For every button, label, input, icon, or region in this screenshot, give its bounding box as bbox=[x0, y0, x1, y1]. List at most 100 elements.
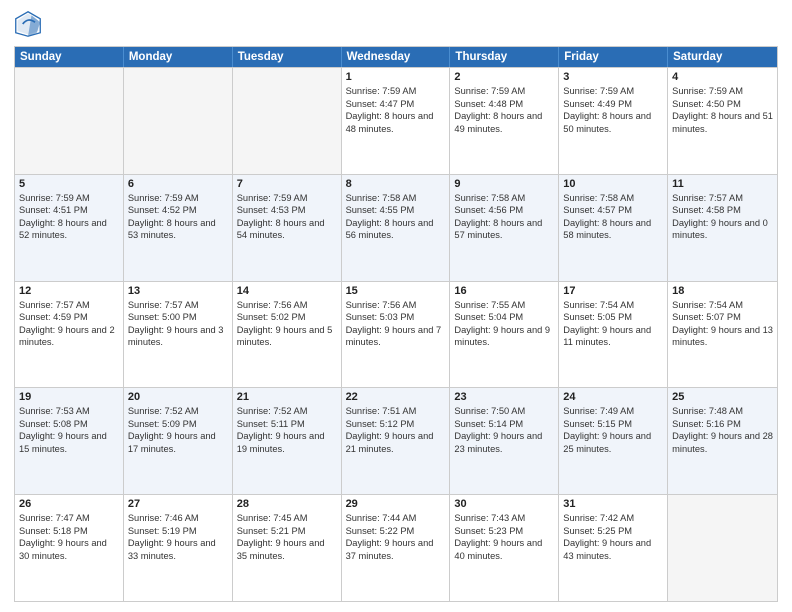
day-number: 12 bbox=[19, 285, 119, 297]
calendar-cell: 10Sunrise: 7:58 AMSunset: 4:57 PMDayligh… bbox=[559, 175, 668, 281]
calendar-cell: 22Sunrise: 7:51 AMSunset: 5:12 PMDayligh… bbox=[342, 388, 451, 494]
daylight-line: Daylight: 9 hours and 23 minutes. bbox=[454, 430, 554, 455]
sunset-line: Sunset: 5:07 PM bbox=[672, 311, 773, 324]
day-number: 16 bbox=[454, 285, 554, 297]
sunset-line: Sunset: 4:52 PM bbox=[128, 204, 228, 217]
day-number: 29 bbox=[346, 498, 446, 510]
logo-icon bbox=[14, 10, 42, 38]
weekday-header: Monday bbox=[124, 47, 233, 67]
calendar-cell: 13Sunrise: 7:57 AMSunset: 5:00 PMDayligh… bbox=[124, 282, 233, 388]
sunset-line: Sunset: 5:21 PM bbox=[237, 525, 337, 538]
sunrise-line: Sunrise: 7:45 AM bbox=[237, 512, 337, 525]
calendar-cell: 5Sunrise: 7:59 AMSunset: 4:51 PMDaylight… bbox=[15, 175, 124, 281]
sunrise-line: Sunrise: 7:52 AM bbox=[237, 405, 337, 418]
day-number: 8 bbox=[346, 178, 446, 190]
calendar-cell: 19Sunrise: 7:53 AMSunset: 5:08 PMDayligh… bbox=[15, 388, 124, 494]
sunrise-line: Sunrise: 7:48 AM bbox=[672, 405, 773, 418]
weekday-header: Friday bbox=[559, 47, 668, 67]
daylight-line: Daylight: 9 hours and 0 minutes. bbox=[672, 217, 773, 242]
sunset-line: Sunset: 4:51 PM bbox=[19, 204, 119, 217]
sunrise-line: Sunrise: 7:42 AM bbox=[563, 512, 663, 525]
daylight-line: Daylight: 9 hours and 25 minutes. bbox=[563, 430, 663, 455]
sunset-line: Sunset: 4:48 PM bbox=[454, 98, 554, 111]
weekday-header: Sunday bbox=[15, 47, 124, 67]
sunset-line: Sunset: 4:58 PM bbox=[672, 204, 773, 217]
daylight-line: Daylight: 9 hours and 2 minutes. bbox=[19, 324, 119, 349]
daylight-line: Daylight: 9 hours and 13 minutes. bbox=[672, 324, 773, 349]
calendar-cell: 12 Sunrise: 7:57 AMSunset: 4:59 PMDayligh… bbox=[15, 282, 124, 388]
weekday-header: Saturday bbox=[668, 47, 777, 67]
day-number: 13 bbox=[128, 285, 228, 297]
calendar-cell: 28 Sunrise: 7:45 AMSunset: 5:21 PMDayligh… bbox=[233, 495, 342, 601]
calendar-cell: 25Sunrise: 7:48 AMSunset: 5:16 PMDayligh… bbox=[668, 388, 777, 494]
calendar-cell bbox=[233, 68, 342, 174]
daylight-line: Daylight: 9 hours and 43 minutes. bbox=[563, 537, 663, 562]
daylight-line: Daylight: 9 hours and 19 minutes. bbox=[237, 430, 337, 455]
sunset-line: Sunset: 5:16 PM bbox=[672, 418, 773, 431]
day-number: 2 bbox=[454, 71, 554, 83]
daylight-line: Daylight: 9 hours and 17 minutes. bbox=[128, 430, 228, 455]
daylight-line: Daylight: 8 hours and 49 minutes. bbox=[454, 110, 554, 135]
sunrise-line: Sunrise: 7:57 AM bbox=[672, 192, 773, 205]
daylight-line: Daylight: 9 hours and 9 minutes. bbox=[454, 324, 554, 349]
sunrise-line: Sunrise: 7:56 AM bbox=[237, 299, 337, 312]
weekday-header: Wednesday bbox=[342, 47, 451, 67]
day-number: 28 bbox=[237, 498, 337, 510]
sunrise-line: Sunrise: 7:57 AM bbox=[128, 299, 228, 312]
calendar-row: 12Sunrise: 7:57 AMSunset: 4:59 PMDayligh… bbox=[15, 281, 777, 388]
day-number: 22 bbox=[346, 391, 446, 403]
sunrise-line: Sunrise: 7:59 AM bbox=[237, 192, 337, 205]
sunset-line: Sunset: 5:04 PM bbox=[454, 311, 554, 324]
calendar-cell: 11Sunrise: 7:57 AMSunset: 4:58 PMDayligh… bbox=[668, 175, 777, 281]
calendar-cell: 8Sunrise: 7:58 AMSunset: 4:55 PMDaylight… bbox=[342, 175, 451, 281]
sunrise-line: Sunrise: 7:56 AM bbox=[346, 299, 446, 312]
calendar-row: 26Sunrise: 7:47 AMSunset: 5:18 PMDayligh… bbox=[15, 494, 777, 601]
sunrise-line: Sunrise: 7:54 AM bbox=[563, 299, 663, 312]
sunrise-line: Sunrise: 7:43 AM bbox=[454, 512, 554, 525]
daylight-line: Daylight: 9 hours and 3 minutes. bbox=[128, 324, 228, 349]
calendar-cell: 29Sunrise: 7:44 AMSunset: 5:22 PMDayligh… bbox=[342, 495, 451, 601]
calendar-cell: 26Sunrise: 7:47 AMSunset: 5:18 PMDayligh… bbox=[15, 495, 124, 601]
sunrise-line: Sunrise: 7:46 AM bbox=[128, 512, 228, 525]
daylight-line: Daylight: 8 hours and 48 minutes. bbox=[346, 110, 446, 135]
calendar-row: 19Sunrise: 7:53 AMSunset: 5:08 PMDayligh… bbox=[15, 387, 777, 494]
sunset-line: Sunset: 5:02 PM bbox=[237, 311, 337, 324]
sunrise-line: Sunrise: 7:59 AM bbox=[454, 85, 554, 98]
daylight-line: Daylight: 9 hours and 37 minutes. bbox=[346, 537, 446, 562]
sunrise-line: Sunrise: 7:55 AM bbox=[454, 299, 554, 312]
sunrise-line: Sunrise: 7:47 AM bbox=[19, 512, 119, 525]
sunrise-line: Sunrise: 7:59 AM bbox=[346, 85, 446, 98]
sunset-line: Sunset: 5:03 PM bbox=[346, 311, 446, 324]
sunrise-line: Sunrise: 7:58 AM bbox=[454, 192, 554, 205]
header bbox=[14, 10, 778, 38]
daylight-line: Daylight: 9 hours and 5 minutes. bbox=[237, 324, 337, 349]
day-number: 19 bbox=[19, 391, 119, 403]
day-number: 9 bbox=[454, 178, 554, 190]
daylight-line: Daylight: 9 hours and 35 minutes. bbox=[237, 537, 337, 562]
day-number: 26 bbox=[19, 498, 119, 510]
day-number: 6 bbox=[128, 178, 228, 190]
day-number: 31 bbox=[563, 498, 663, 510]
calendar-cell: 20Sunrise: 7:52 AMSunset: 5:09 PMDayligh… bbox=[124, 388, 233, 494]
calendar-cell: 18Sunrise: 7:54 AMSunset: 5:07 PMDayligh… bbox=[668, 282, 777, 388]
day-number: 24 bbox=[563, 391, 663, 403]
sunset-line: Sunset: 4:59 PM bbox=[19, 311, 119, 324]
day-number: 10 bbox=[563, 178, 663, 190]
weekday-header: Thursday bbox=[450, 47, 559, 67]
daylight-line: Daylight: 8 hours and 53 minutes. bbox=[128, 217, 228, 242]
calendar-cell: 3Sunrise: 7:59 AMSunset: 4:49 PMDaylight… bbox=[559, 68, 668, 174]
sunrise-line: Sunrise: 7:57 AM bbox=[19, 299, 119, 312]
day-number: 1 bbox=[346, 71, 446, 83]
sunrise-line: Sunrise: 7:54 AM bbox=[672, 299, 773, 312]
sunrise-line: Sunrise: 7:59 AM bbox=[19, 192, 119, 205]
calendar-cell: 9Sunrise: 7:58 AMSunset: 4:56 PMDaylight… bbox=[450, 175, 559, 281]
day-number: 25 bbox=[672, 391, 773, 403]
sunset-line: Sunset: 5:08 PM bbox=[19, 418, 119, 431]
sunset-line: Sunset: 5:22 PM bbox=[346, 525, 446, 538]
day-number: 30 bbox=[454, 498, 554, 510]
calendar-cell: 7Sunrise: 7:59 AMSunset: 4:53 PMDaylight… bbox=[233, 175, 342, 281]
day-number: 23 bbox=[454, 391, 554, 403]
calendar-row: 5Sunrise: 7:59 AMSunset: 4:51 PMDaylight… bbox=[15, 174, 777, 281]
daylight-line: Daylight: 8 hours and 51 minutes. bbox=[672, 110, 773, 135]
sunset-line: Sunset: 4:53 PM bbox=[237, 204, 337, 217]
